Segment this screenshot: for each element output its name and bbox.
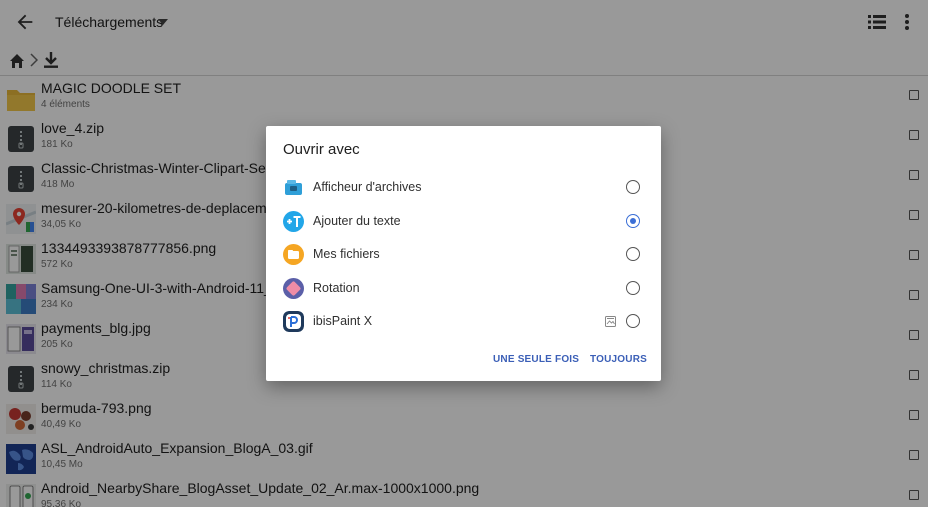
radio-button[interactable] (626, 180, 640, 194)
just-once-button[interactable]: UNE SEULE FOIS (493, 354, 579, 365)
radio-button[interactable] (626, 247, 640, 261)
dialog-title: Ouvrir avec (283, 141, 360, 158)
app-label: ibisPaint X (313, 314, 373, 328)
radio-button[interactable] (626, 281, 640, 295)
app-label: Ajouter du texte (313, 214, 401, 228)
radio-button-selected[interactable] (626, 214, 640, 228)
always-button[interactable]: TOUJOURS (590, 354, 647, 365)
app-option-add-text[interactable]: Ajouter du texte (266, 205, 661, 238)
app-option-rotation[interactable]: Rotation (266, 272, 661, 305)
app-label: Afficheur d'archives (313, 180, 422, 194)
add-text-icon (283, 211, 304, 232)
archive-viewer-icon (283, 177, 304, 198)
image-badge-icon (605, 316, 616, 327)
open-with-dialog: Ouvrir avec Afficheur d'archives Ajouter… (266, 126, 661, 381)
app-option-archive-viewer[interactable]: Afficheur d'archives (266, 171, 661, 204)
my-files-icon (283, 244, 304, 265)
ibispaint-icon (283, 311, 304, 332)
app-label: Rotation (313, 281, 360, 295)
app-label: Mes fichiers (313, 247, 380, 261)
app-option-ibispaint[interactable]: ibisPaint X (266, 305, 661, 338)
app-option-my-files[interactable]: Mes fichiers (266, 238, 661, 271)
rotation-icon (283, 278, 304, 299)
radio-button[interactable] (626, 314, 640, 328)
